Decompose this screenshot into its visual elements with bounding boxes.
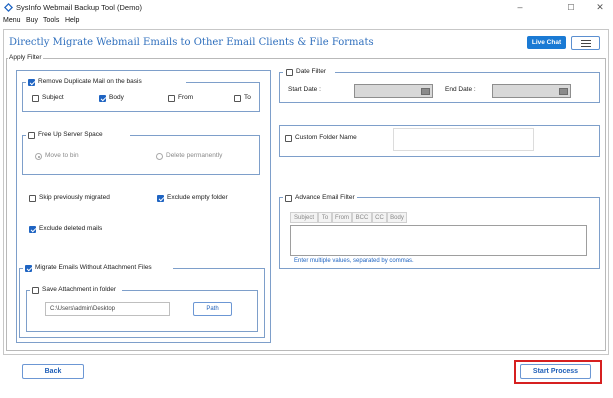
path-button[interactable]: Path xyxy=(193,302,232,316)
to-checkbox[interactable] xyxy=(234,95,241,102)
page-title: Directly Migrate Webmail Emails to Other… xyxy=(9,37,374,48)
menu-menu[interactable]: Menu xyxy=(3,17,21,24)
close-button[interactable]: ✕ xyxy=(590,1,610,14)
save-attachment-label: Save Attachment in folder xyxy=(42,286,117,293)
free-up-space-checkbox[interactable] xyxy=(28,132,35,139)
save-attachment-checkbox[interactable] xyxy=(32,287,39,294)
skip-previously-label: Skip previously migrated xyxy=(39,194,110,201)
skip-previously-checkbox[interactable] xyxy=(29,195,36,202)
move-to-bin-label: Move to bin xyxy=(45,152,79,159)
exclude-empty-checkbox[interactable] xyxy=(157,195,164,202)
tab-from[interactable]: From xyxy=(332,212,352,223)
remove-duplicates-checkbox[interactable] xyxy=(28,79,35,86)
start-date-label: Start Date : xyxy=(288,86,321,93)
move-to-bin-radio[interactable] xyxy=(35,153,42,160)
migrate-without-attachment-checkbox[interactable] xyxy=(25,265,32,272)
date-filter-label: Date Filter xyxy=(296,68,326,75)
menu-tools[interactable]: Tools xyxy=(43,17,59,24)
start-process-button[interactable]: Start Process xyxy=(520,364,591,379)
tab-subject[interactable]: Subject xyxy=(290,212,318,223)
date-filter-checkbox[interactable] xyxy=(286,69,293,76)
menu-bar xyxy=(0,16,613,27)
minimize-button[interactable]: – xyxy=(510,1,530,14)
tab-to[interactable]: To xyxy=(318,212,332,223)
custom-folder-checkbox[interactable] xyxy=(285,135,292,142)
delete-permanently-radio[interactable] xyxy=(156,153,163,160)
subject-label: Subject xyxy=(42,94,64,101)
maximize-button[interactable]: ☐ xyxy=(561,1,581,14)
tab-cc[interactable]: CC xyxy=(372,212,387,223)
hamburger-menu-button[interactable] xyxy=(571,36,600,50)
tab-bcc[interactable]: BCC xyxy=(352,212,372,223)
back-button[interactable]: Back xyxy=(22,364,84,379)
live-chat-button[interactable]: Live Chat xyxy=(527,36,566,49)
apply-filter-legend: Apply Filter xyxy=(8,54,43,62)
app-logo-icon xyxy=(4,3,13,12)
calendar-icon[interactable] xyxy=(559,88,568,95)
menu-buy[interactable]: Buy xyxy=(26,17,38,24)
exclude-deleted-label: Exclude deleted mails xyxy=(39,225,103,232)
exclude-deleted-checkbox[interactable] xyxy=(29,226,36,233)
exclude-empty-label: Exclude empty folder xyxy=(167,194,228,201)
free-up-space-label: Free Up Server Space xyxy=(38,131,103,138)
advance-filter-textarea[interactable] xyxy=(290,225,587,256)
start-date-picker[interactable] xyxy=(354,84,433,98)
window-title: SysInfo Webmail Backup Tool (Demo) xyxy=(16,3,143,12)
custom-folder-input[interactable] xyxy=(393,128,534,151)
tab-body[interactable]: Body xyxy=(387,212,407,223)
from-label: From xyxy=(178,94,194,101)
end-date-label: End Date : xyxy=(445,86,476,93)
to-label: To xyxy=(244,94,251,101)
subject-checkbox[interactable] xyxy=(32,95,39,102)
advance-filter-label: Advance Email Filter xyxy=(295,194,355,201)
remove-duplicates-label: Remove Duplicate Mail on the basis xyxy=(38,78,142,85)
body-checkbox[interactable] xyxy=(99,95,106,102)
body-label: Body xyxy=(109,94,124,101)
advance-filter-hint: Enter multiple values, separated by comm… xyxy=(294,258,414,264)
menu-help[interactable]: Help xyxy=(65,17,79,24)
custom-folder-label: Custom Folder Name xyxy=(295,134,357,141)
delete-permanently-label: Delete permanently xyxy=(166,152,223,159)
advance-filter-checkbox[interactable] xyxy=(285,195,292,202)
attachment-path-input[interactable]: C:\Users\admin\Desktop xyxy=(45,302,170,316)
end-date-picker[interactable] xyxy=(492,84,571,98)
migrate-without-attachment-label: Migrate Emails Without Attachment Files xyxy=(35,264,152,271)
from-checkbox[interactable] xyxy=(168,95,175,102)
calendar-icon[interactable] xyxy=(421,88,430,95)
